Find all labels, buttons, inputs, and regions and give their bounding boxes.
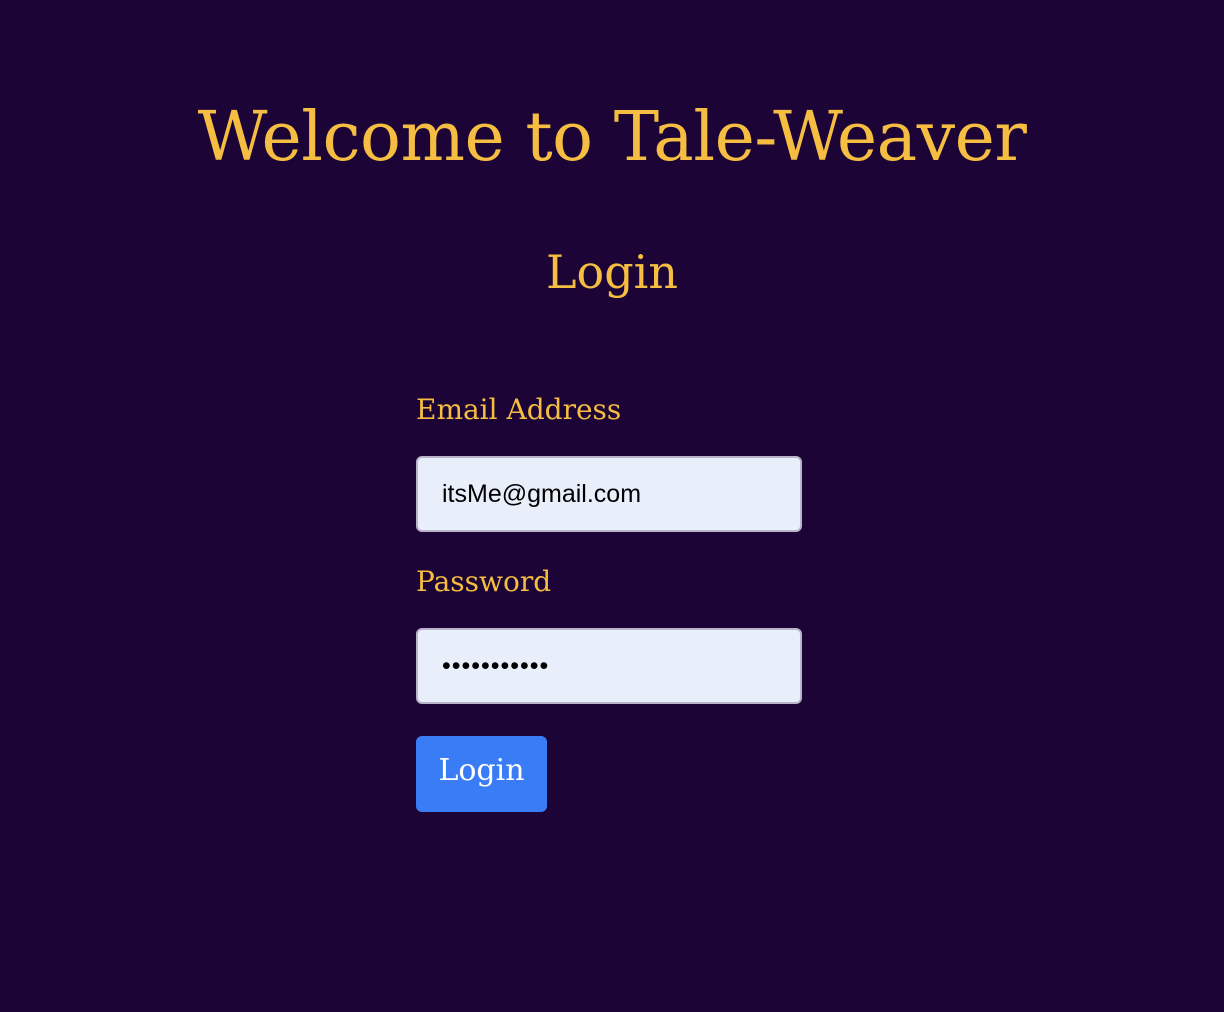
login-heading: Login [545, 245, 679, 299]
login-button[interactable]: Login [416, 736, 547, 812]
password-field[interactable] [416, 628, 802, 704]
login-form: Email Address Password Login [416, 390, 802, 812]
site-title: Welcome to Tale-Weaver [197, 98, 1027, 177]
email-field[interactable] [416, 456, 802, 532]
email-label: Email Address [416, 393, 622, 426]
password-label: Password [416, 565, 552, 598]
